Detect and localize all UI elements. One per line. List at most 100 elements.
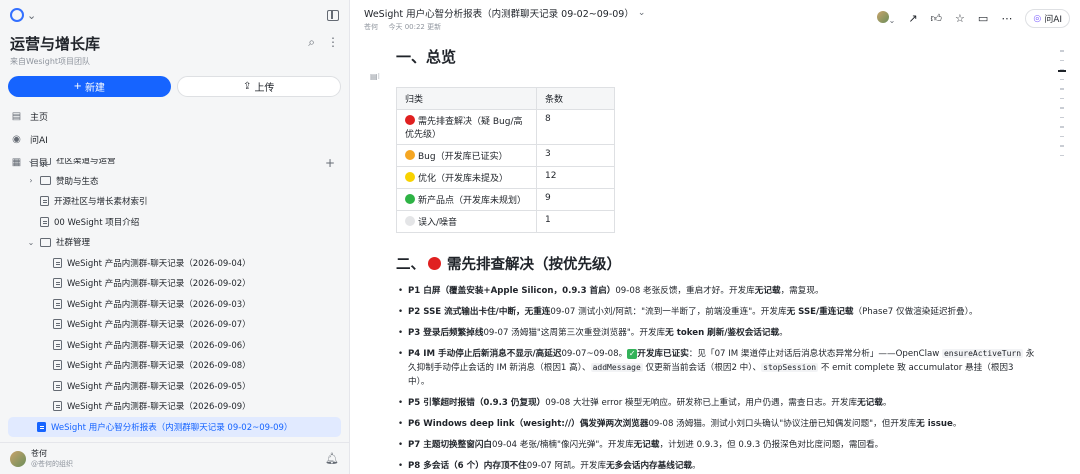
tree-item-doc[interactable]: 开源社区与增长素材索引 [0, 191, 349, 212]
table-handle-icon[interactable]: ▤⁝ [370, 72, 380, 81]
item-text: 09-07~09-08。 [561, 349, 628, 359]
item-text: 。 [952, 419, 962, 429]
outline-rail[interactable] [1060, 50, 1064, 170]
tree-item-doc[interactable]: WeSight 产品内测群-聊天记录（2026-09-05） [0, 376, 349, 397]
table-row: 误入/噪音 1 [396, 210, 615, 233]
home-icon: ▤ [11, 111, 22, 122]
tree-item-folder[interactable]: › 赞助与生态 [0, 171, 349, 192]
space-subtitle: 来自Wesight项目团队 [10, 57, 91, 66]
app-logo[interactable]: ⌄ [10, 8, 36, 22]
item-bold: 无记载 [633, 440, 660, 450]
upload-button[interactable]: ⇪ 上传 [176, 76, 341, 97]
inline-code: ensureActiveTurn [941, 349, 1024, 358]
table-row: 优化（开发库未提及） 12 [396, 166, 615, 189]
user-org: @苍何的组织 [31, 460, 73, 468]
chevron-down-icon[interactable]: ⌄ [27, 158, 35, 165]
tree-item-label: 赞助与生态 [56, 176, 99, 187]
doc-icon [53, 278, 62, 289]
item-text: 09-07 测试小刘/阿凯："流到一半断了，前端没重连"。开发库 [550, 307, 787, 317]
summary-table: 归类 条数 需先排查解决（疑 Bug/高优先级） 8 Bug（开发库已证实） 3… [396, 87, 615, 233]
tree-item-doc[interactable]: 00 WeSight 项目介绍 [0, 212, 349, 233]
list-item: P2 SSE 流式输出卡住/中断，无重连09-07 测试小刘/阿凯："流到一半断… [396, 305, 1036, 319]
upload-icon: ⇪ [243, 81, 252, 92]
table-cell: 8 [536, 109, 615, 145]
nav-item-home[interactable]: ▤ 主页 [0, 105, 349, 128]
table-cell: 优化（开发库未提及） [396, 166, 537, 189]
upload-button-label: 上传 [254, 83, 275, 94]
collaborators[interactable]: ⌄ [876, 11, 896, 26]
tree-item-doc[interactable]: WeSight 产品内测群-聊天记录（2026-09-02） [0, 273, 349, 294]
chevron-right-icon[interactable]: › [27, 176, 35, 185]
item-bold: 无 issue [916, 419, 953, 429]
sidebar-topbar: ⌄ [0, 0, 349, 30]
tree-item-doc[interactable]: WeSight 产品内测群-聊天记录（2026-09-09） [0, 396, 349, 417]
item-title: P5 引擎超时报错（0.9.3 仍复现） [408, 398, 546, 408]
star-icon[interactable]: ☆ [955, 12, 965, 25]
tree-item-label: WeSight 用户心智分析报表（内测群聊天记录 09-02~09-09） [51, 422, 293, 433]
tree-item-label: WeSight 产品内测群-聊天记录（2026-09-04） [67, 258, 251, 269]
table-cell: 12 [536, 166, 615, 189]
avatar [10, 450, 26, 467]
tree-item-doc[interactable]: WeSight 产品内测群-聊天记录（2026-09-06） [0, 335, 349, 356]
tree-item-doc[interactable]: WeSight 产品内测群-聊天记录（2026-09-03） [0, 294, 349, 315]
list-item: P8 多会话（6 个）内存顶不住09-07 阿凯。开发库无多会话内存基线记载。 [396, 459, 1036, 473]
search-icon[interactable]: ⌕ [308, 35, 315, 50]
row-label: 优化（开发库未提及） [418, 174, 509, 184]
chevron-down-icon[interactable]: ⌄ [27, 238, 35, 247]
sidebar-footer: 苍何 @苍何的组织 🔔︎ [0, 442, 349, 474]
sidebar-toggle-icon[interactable] [327, 9, 339, 21]
tree-item-label: WeSight 产品内测群-聊天记录（2026-09-08） [67, 361, 251, 372]
app-root: ⌄ 运营与增长库 ⌕ ⋮ 来自Wesight项目团队 + 新建 ⇪ 上传 ▤ 主… [0, 0, 1080, 474]
item-text: 。 [692, 461, 701, 471]
table-cell: 需先排查解决（疑 Bug/高优先级） [396, 109, 537, 145]
item-text: ，计划进 0.9.3，但 0.9.3 仍报深色对比度问题，需回看。 [659, 440, 884, 450]
tree-item-label: WeSight 产品内测群-聊天记录（2026-09-07） [67, 320, 251, 331]
tree-item-doc-active[interactable]: WeSight 用户心智分析报表（内测群聊天记录 09-02~09-09） [8, 416, 341, 437]
tree-item-folder[interactable]: ⌄ 社区渠道与运营 [0, 158, 349, 171]
more-icon[interactable]: ⋯ [1001, 12, 1012, 25]
tree-item-label: 社区渠道与运营 [56, 158, 116, 167]
table-cell: 1 [536, 210, 615, 233]
doc-author: 苍何 [364, 23, 378, 31]
table-header-cell: 条数 [536, 87, 615, 110]
doc-title-text: WeSight 用户心智分析报表（内测群聊天记录 09-02~09-09） [364, 9, 634, 20]
doc-icon [53, 298, 62, 309]
folder-icon [40, 237, 51, 247]
list-item: P6 Windows deep link（wesight://）偶发弹两次浏览器… [396, 417, 1036, 431]
item-bold: 开发库已证实 [637, 349, 689, 359]
tree-item-doc[interactable]: WeSight 产品内测群-聊天记录（2026-09-08） [0, 355, 349, 376]
chevron-down-icon[interactable]: ⌄ [638, 8, 646, 18]
tree-item-label: WeSight 产品内测群-聊天记录（2026-09-03） [67, 299, 251, 310]
chevron-down-icon: ⌄ [27, 8, 37, 22]
doc-icon [53, 360, 62, 371]
doc-title[interactable]: WeSight 用户心智分析报表（内测群聊天记录 09-02~09-09） ⌄ [364, 6, 645, 20]
item-text: 09-08 大壮弹 error 模型无响应。研发称已上重试，用户仍遇，需查日志。… [545, 398, 858, 408]
ask-ai-button[interactable]: ◎ 问AI [1025, 9, 1070, 28]
doc-icon [53, 380, 62, 391]
tree-item-doc[interactable]: WeSight 产品内测群-聊天记录（2026-09-04） [0, 253, 349, 274]
bell-icon[interactable]: 🔔︎ [325, 452, 339, 465]
comment-icon[interactable]: ▭ [978, 12, 988, 25]
outline-marker[interactable] [1058, 70, 1066, 72]
tree-item-label: WeSight 产品内测群-聊天记录（2026-09-02） [67, 279, 251, 290]
share-icon[interactable]: ↗ [908, 12, 917, 25]
nav-label: 主页 [30, 113, 49, 123]
tree-item-folder[interactable]: ⌄ 社群管理 [0, 232, 349, 253]
yellow-circle-icon [405, 172, 415, 182]
doc-icon [53, 401, 62, 412]
item-text: 09-07 汤姆猫"这周第三次重登浏览器"。开发库 [483, 328, 666, 338]
tree-item-label: 00 WeSight 项目介绍 [54, 217, 140, 228]
directory-tree: ⌄ 社区渠道与运营 › 赞助与生态 开源社区与增长素材索引 00 WeSight… [0, 158, 349, 443]
new-button[interactable]: + 新建 [8, 76, 171, 97]
avatar [876, 11, 889, 23]
more-icon[interactable]: ⋮ [327, 35, 339, 50]
like-icon[interactable]: 👍︎ [931, 12, 943, 25]
nav-item-ask-ai[interactable]: ◉ 问AI [0, 128, 349, 151]
chevron-down-icon: ⌄ [888, 16, 896, 25]
sidebar: ⌄ 运营与增长库 ⌕ ⋮ 来自Wesight项目团队 + 新建 ⇪ 上传 ▤ 主… [0, 0, 350, 474]
orange-circle-icon [405, 150, 415, 160]
list-item: P4 IM 手动停止后新消息不显示/高延迟09-07~09-08。✓开发库已证实… [396, 347, 1036, 389]
tree-item-doc[interactable]: WeSight 产品内测群-聊天记录（2026-09-07） [0, 314, 349, 335]
user-profile[interactable]: 苍何 @苍何的组织 [10, 448, 73, 469]
section-heading-priority: 二、 需先排查解决（按优先级） [396, 253, 1036, 274]
